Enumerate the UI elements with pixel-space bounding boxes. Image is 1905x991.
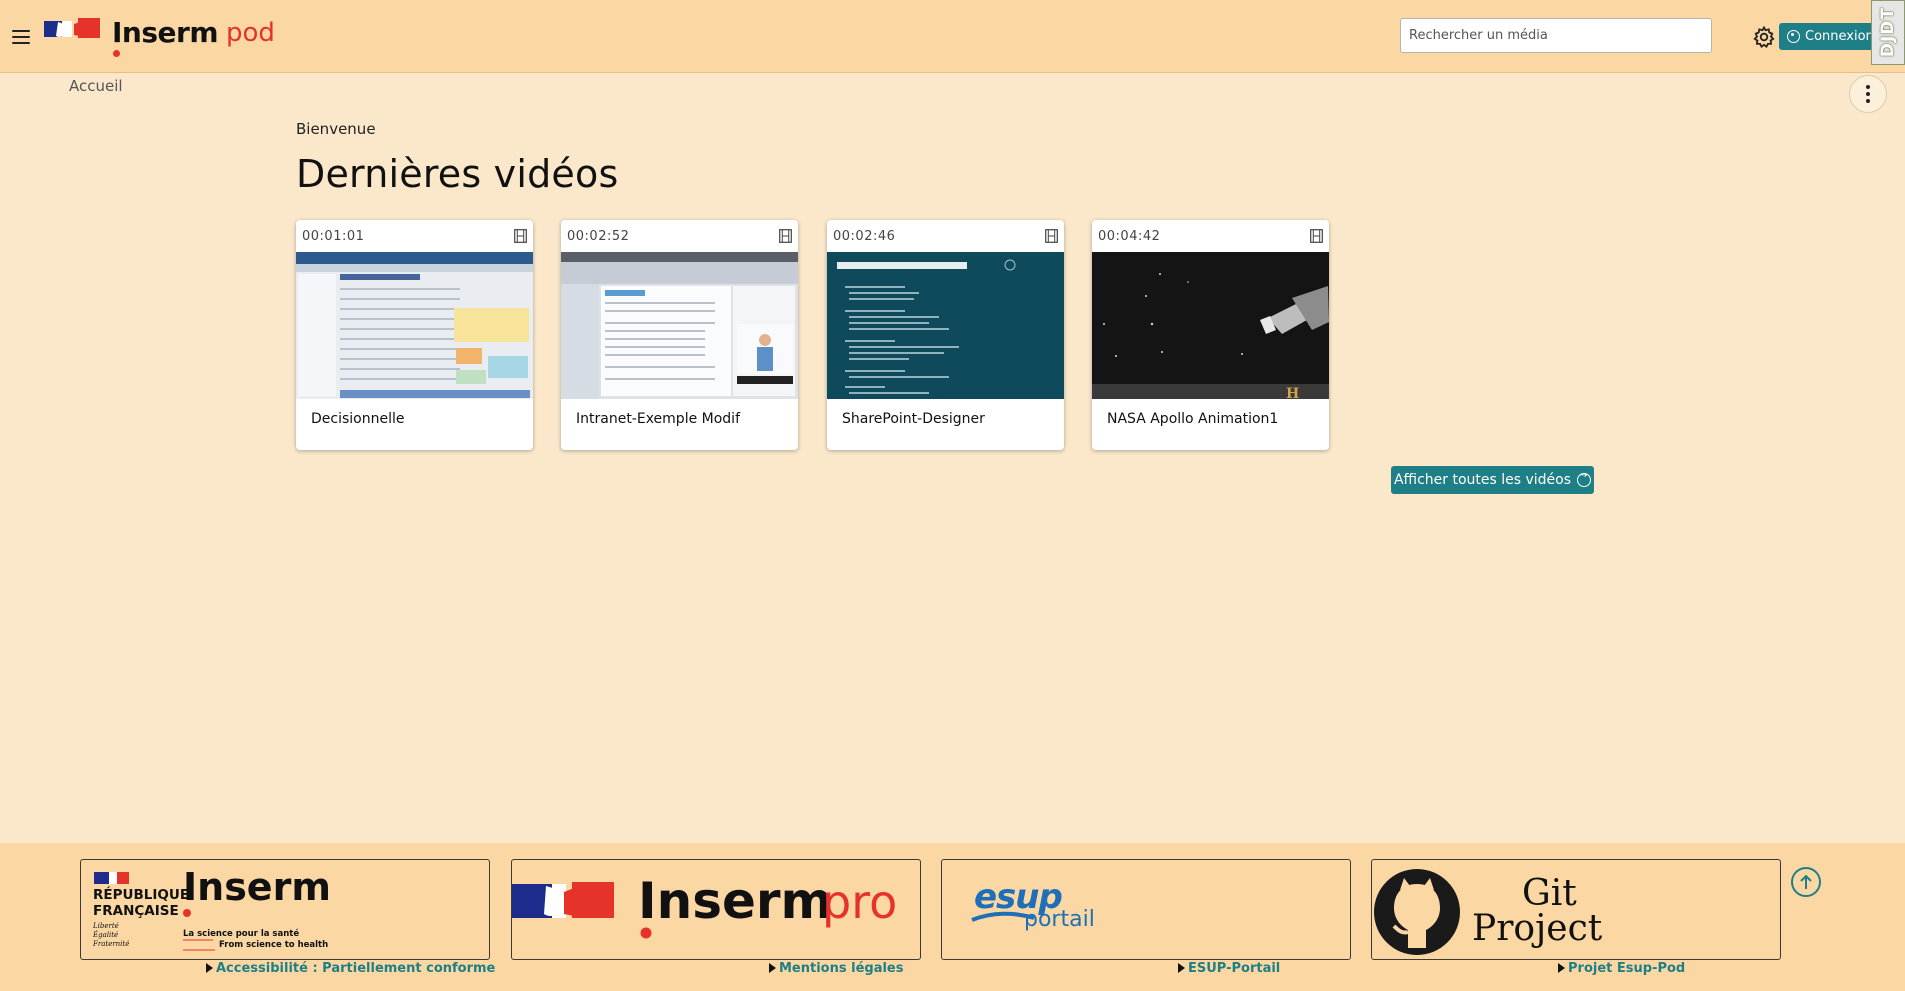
film-icon — [1045, 229, 1058, 243]
footer-link-project[interactable]: Projet Esup-Pod — [1558, 961, 1685, 976]
arrow-up-circle-icon[interactable] — [1791, 867, 1821, 897]
video-card[interactable]: 00:01:01 Decisionnelle — [296, 220, 533, 450]
top-navbar: Inserm pod Connexion DJDT — [0, 0, 1905, 73]
menu-icon[interactable] — [12, 30, 30, 44]
footer: RÉPUBLIQUE FRANÇAISE Liberté Égalité Fra… — [0, 843, 1905, 991]
footer-logo-inserm-pro[interactable]: Inserm pro — [511, 859, 921, 960]
debug-toolbar-handle[interactable]: DJDT — [1871, 0, 1905, 65]
project-label: Projet Esup-Pod — [1568, 961, 1686, 976]
svg-text:H: H — [1286, 386, 1299, 399]
arrow-right-circle-icon — [1577, 470, 1592, 487]
debug-toolbar-label: DJDT — [1878, 7, 1898, 58]
motto-egalite: Égalité — [92, 930, 118, 939]
video-title[interactable]: Intranet-Exemple Modif — [576, 411, 740, 427]
logo-brand: Inserm — [112, 18, 219, 57]
search-input[interactable] — [1400, 18, 1712, 53]
esup-portail-logo: esup portail — [971, 877, 1095, 932]
video-card[interactable]: 00:02:46 SharePoint-Designer — [827, 220, 1064, 450]
esup-suffix: portail — [1024, 907, 1095, 932]
site-logo[interactable]: Inserm pod — [44, 18, 275, 57]
film-icon — [1310, 229, 1323, 243]
more-options-button[interactable] — [1849, 75, 1887, 113]
footer-logo-inserm[interactable]: RÉPUBLIQUE FRANÇAISE Liberté Égalité Fra… — [80, 859, 490, 960]
motto-fraternite: Fraternité — [92, 940, 129, 948]
footer-logo-esup[interactable]: esup portail — [941, 859, 1351, 960]
video-duration: 00:02:46 — [833, 229, 896, 244]
legal-label: Mentions légales — [779, 961, 904, 976]
inserm-tagline-fr: La science pour la santé — [183, 928, 299, 939]
accessibility-label: Accessibilité : Partiellement conforme — [216, 961, 496, 976]
logo-suffix: pod — [226, 18, 275, 48]
inserm-republique-logo: RÉPUBLIQUE FRANÇAISE Liberté Égalité Fra… — [92, 865, 331, 951]
republique-line-1: RÉPUBLIQUE — [93, 886, 189, 903]
video-title[interactable]: NASA Apollo Animation1 — [1107, 411, 1278, 427]
film-icon — [779, 229, 792, 243]
video-duration: 00:04:42 — [1098, 229, 1161, 244]
footer-logo-git[interactable]: Git Project — [1371, 859, 1781, 960]
video-thumbnail — [561, 252, 798, 399]
breadcrumb-home[interactable]: Accueil — [69, 77, 123, 95]
video-duration: 00:01:01 — [302, 229, 365, 244]
inserm-wordmark: Inserm — [183, 865, 331, 909]
esup-label: ESUP-Portail — [1188, 961, 1281, 976]
video-card[interactable]: 00:02:52 Intranet-Exemple Modif — [561, 220, 798, 450]
footer-link-accessibility[interactable]: Accessibilité : Partiellement conforme — [206, 961, 495, 976]
footer-link-legal[interactable]: Mentions légales — [769, 961, 904, 976]
inserm-pro-suffix: pro — [822, 875, 897, 929]
inserm-pro-logo: Inserm pro — [512, 872, 897, 939]
inserm-pro-wordmark: Inserm — [638, 872, 833, 930]
gear-icon[interactable] — [1752, 25, 1776, 49]
breadcrumb: Accueil — [69, 77, 123, 95]
video-card[interactable]: 00:04:42 H NASA Apollo Animation1 — [1092, 220, 1329, 450]
git-project-logo: Git Project — [1374, 869, 1603, 955]
video-title[interactable]: SharePoint-Designer — [842, 411, 985, 427]
video-title[interactable]: Decisionnelle — [311, 411, 404, 427]
video-duration: 00:02:52 — [567, 229, 630, 244]
footer-link-esup[interactable]: ESUP-Portail — [1178, 961, 1280, 976]
video-thumbnail: H — [1092, 252, 1329, 399]
show-all-label: Afficher toutes les vidéos — [1393, 472, 1572, 488]
show-all-videos-button[interactable]: Afficher toutes les vidéos — [1391, 466, 1594, 494]
page-title: Dernières vidéos — [296, 152, 619, 196]
project-wordmark: Project — [1472, 908, 1603, 949]
republique-line-2: FRANÇAISE — [93, 903, 179, 919]
motto-liberte: Liberté — [92, 922, 119, 930]
marianne-logo — [44, 18, 100, 38]
user-circle-icon — [1787, 30, 1800, 43]
welcome-text: Bienvenue — [296, 120, 376, 138]
video-thumbnail — [827, 252, 1064, 399]
inserm-tagline-en: From science to health — [219, 940, 328, 950]
video-thumbnail — [296, 252, 533, 399]
login-label: Connexion — [1805, 29, 1874, 44]
film-icon — [514, 229, 527, 243]
